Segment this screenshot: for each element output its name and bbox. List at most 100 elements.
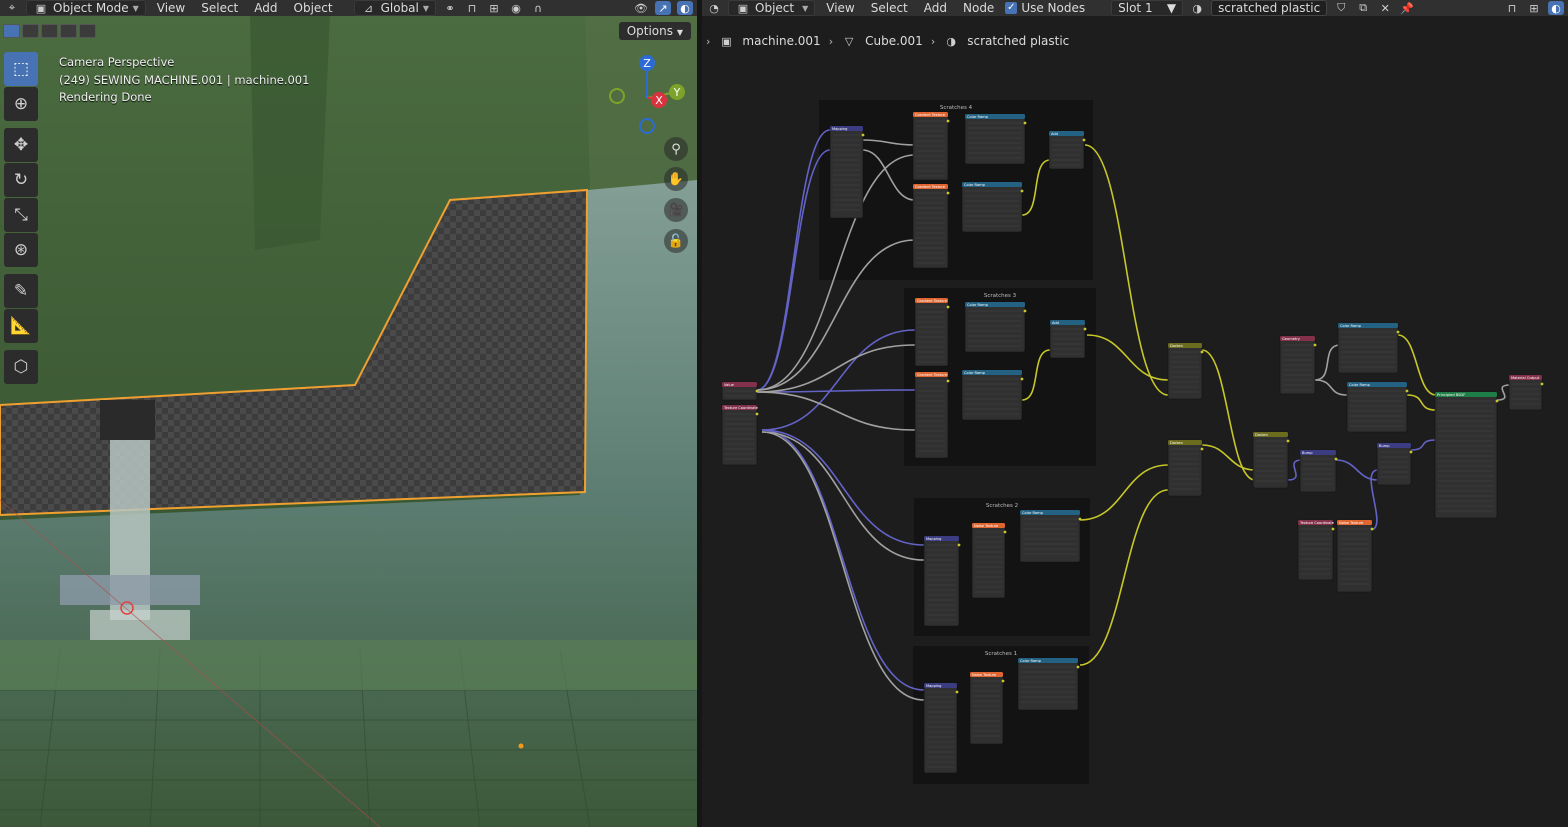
slot-dropdown[interactable]: Slot 1 ▼ [1111,0,1184,16]
annotate-icon[interactable]: ✎ [4,274,38,308]
shader-node[interactable]: Darken [1167,342,1204,400]
output-socket[interactable] [861,133,865,137]
measure-icon[interactable]: 📐 [4,309,38,343]
editor-type-icon[interactable]: ⌖ [4,1,20,15]
shader-node[interactable]: Color Ramp [1019,509,1082,563]
duplicate-icon[interactable]: ⧉ [1355,1,1371,15]
falloff-icon[interactable]: ∩ [530,1,546,15]
output-socket[interactable] [1334,457,1338,461]
output-socket[interactable] [1200,447,1204,451]
shader-node[interactable]: Gradient Texture [912,183,950,269]
snap-icon[interactable]: ⊓ [464,1,480,15]
menu-add[interactable]: Add [249,1,282,15]
3d-viewport[interactable]: ⌖ ▣ Object Mode ▼ View Select Add Object… [0,0,697,827]
output-socket[interactable] [1495,399,1499,403]
select-intersect-icon[interactable] [79,24,96,38]
use-nodes-toggle[interactable]: ✓ Use Nodes [1005,1,1085,15]
shader-node[interactable]: Gradient Texture [914,371,950,459]
material-name-field[interactable]: scratched plastic [1211,0,1328,16]
overlay-toggle-icon[interactable]: ◐ [677,1,693,15]
snap-target-icon[interactable]: ⊞ [486,1,502,15]
shader-node[interactable]: Add [1049,319,1087,359]
material-sphere-icon[interactable]: ◑ [1189,1,1205,15]
output-socket[interactable] [1540,382,1544,386]
shader-node[interactable]: Geometry [1279,335,1317,395]
menu-object[interactable]: Object [289,1,338,15]
output-socket[interactable] [1078,517,1082,521]
gizmo-neg-z[interactable] [639,118,655,134]
output-socket[interactable] [1200,350,1204,354]
shader-node[interactable]: Mapping [923,682,959,774]
output-socket[interactable] [946,119,950,123]
select-subtract-icon[interactable] [41,24,58,38]
shader-node[interactable]: Color Ramp [961,181,1024,233]
zoom-icon[interactable]: ⚲ [664,137,688,161]
pin-icon[interactable]: 📌 [1399,1,1415,15]
shader-node[interactable]: Gradient Texture [914,297,950,367]
menu-add[interactable]: Add [919,1,952,15]
viewport-scene[interactable] [0,16,697,827]
shader-node[interactable]: Bump [1299,449,1338,493]
shader-node[interactable]: Color Ramp [964,113,1027,165]
select-box-icon[interactable]: ⬚ [4,52,38,86]
shader-node[interactable]: Noise Texture [969,671,1005,745]
menu-node[interactable]: Node [958,1,999,15]
output-socket[interactable] [1082,138,1086,142]
gizmo-neg-y[interactable] [609,88,625,104]
shader-node[interactable]: Color Ramp [1337,322,1400,374]
menu-select[interactable]: Select [866,1,913,15]
shader-node[interactable]: Texture Coordinate [1297,519,1335,581]
output-socket[interactable] [755,412,759,416]
output-socket[interactable] [1076,665,1080,669]
shader-node[interactable]: Mapping [923,535,961,627]
move-icon[interactable]: ✥ [4,128,38,162]
output-socket[interactable] [1286,439,1290,443]
output-socket[interactable] [946,305,950,309]
output-socket[interactable] [1370,527,1374,531]
camera-icon[interactable]: 🎥 [664,198,688,222]
editor-type-icon[interactable]: ◔ [706,1,722,15]
select-new-icon[interactable] [3,24,20,38]
shader-node[interactable]: Darken [1167,439,1204,497]
mode-dropdown[interactable]: ▣ Object Mode ▼ [26,0,146,16]
add-cube-icon[interactable]: ⬡ [4,350,38,384]
output-socket[interactable] [1313,343,1317,347]
options-button[interactable]: Options ▼ [618,22,691,40]
shader-node[interactable]: Color Ramp [961,369,1024,421]
output-socket[interactable] [946,379,950,383]
select-invert-icon[interactable] [60,24,77,38]
scale-icon[interactable]: ⤡ [4,198,38,232]
shader-node[interactable]: Material Output [1508,374,1544,411]
fake-user-shield-icon[interactable]: ⛉ [1333,1,1349,15]
output-socket[interactable] [1083,327,1087,331]
shader-node[interactable]: Color Ramp [1017,657,1080,711]
output-socket[interactable] [1003,530,1007,534]
pan-hand-icon[interactable]: ✋ [664,167,688,191]
close-icon[interactable]: ✕ [1377,1,1393,15]
navigation-gizmo[interactable]: Z Y X [600,50,695,140]
shader-node[interactable]: Noise Texture [1336,519,1374,593]
cursor-icon[interactable]: ⊕ [4,87,38,121]
output-socket[interactable] [1405,389,1409,393]
output-socket[interactable] [946,191,950,195]
output-socket[interactable] [755,389,759,393]
snap-mode-icon[interactable]: ⊞ [1526,1,1542,15]
shader-node[interactable]: Mapping [829,125,865,219]
transform-orientation-dropdown[interactable]: ⊿ Global ▼ [353,0,437,16]
output-socket[interactable] [1331,527,1335,531]
transform-icon[interactable]: ⊛ [4,233,38,267]
node-canvas[interactable]: Scratches 4 Scratches 3 Scratches 2 Scratch… [702,60,1568,827]
menu-view[interactable]: View [152,1,190,15]
shader-type-dropdown[interactable]: ▣ Object ▼ [728,0,816,16]
shader-node[interactable]: Darken [1252,431,1290,489]
output-socket[interactable] [1001,679,1005,683]
output-socket[interactable] [1023,121,1027,125]
output-socket[interactable] [1020,189,1024,193]
shader-node[interactable]: Color Ramp [1346,381,1409,433]
shader-node[interactable]: Bump [1376,442,1413,486]
shader-node[interactable]: Principled BSDF [1434,391,1499,519]
shader-node[interactable]: Gradient Texture [912,111,950,181]
proportional-edit-icon[interactable]: ◉ [508,1,524,15]
lock-icon[interactable]: 🔓 [664,229,688,253]
menu-view[interactable]: View [821,1,859,15]
